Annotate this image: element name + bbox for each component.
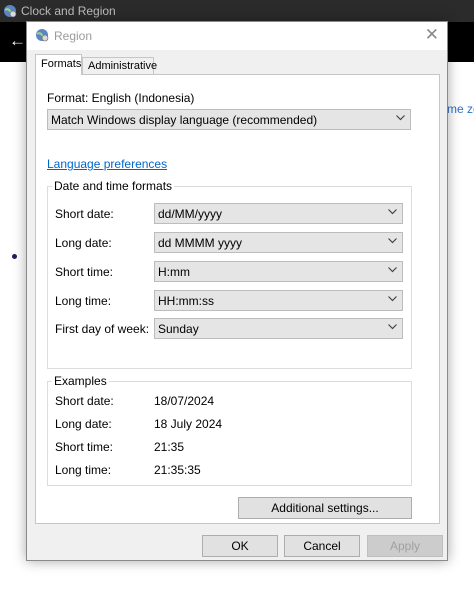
short-time-label: Short time: (55, 265, 114, 279)
example-long-date-label: Long date: (55, 417, 112, 431)
back-arrow-icon[interactable]: ← (9, 31, 26, 51)
short-date-dropdown[interactable]: dd/MM/yyyy (154, 203, 403, 224)
tab-administrative[interactable]: Administrative (82, 57, 157, 75)
example-short-date-value: 18/07/2024 (154, 394, 215, 408)
chevron-down-icon (388, 238, 397, 244)
long-time-dropdown[interactable]: HH:mm:ss (154, 290, 403, 311)
ok-button[interactable]: OK (202, 535, 278, 557)
chevron-down-icon (388, 324, 397, 330)
formats-panel: Format: English (Indonesia) Match Window… (35, 74, 440, 524)
chevron-down-icon (388, 267, 397, 273)
example-short-time-value: 21:35 (154, 440, 185, 454)
chevron-down-icon (388, 296, 397, 302)
date-time-formats-title: Date and time formats (52, 179, 175, 193)
format-dropdown-value: Match Windows display language (recommen… (51, 113, 318, 127)
background-window-titlebar: Clock and Region (0, 0, 474, 22)
language-preferences-link[interactable]: Language preferences (47, 157, 167, 171)
long-date-value: dd MMMM yyyy (158, 236, 242, 250)
format-label: Format: English (Indonesia) (47, 91, 195, 105)
chevron-down-icon (388, 209, 397, 215)
tab-formats[interactable]: Formats (35, 54, 82, 75)
example-short-time-label: Short time: (55, 440, 114, 454)
dialog-titlebar: Region ✕ (27, 22, 447, 50)
background-partial-link[interactable]: me ze (447, 102, 474, 116)
dialog-title: Region (54, 29, 93, 43)
chevron-down-icon (396, 115, 405, 121)
example-long-time-value: 21:35:35 (154, 463, 201, 477)
cancel-button[interactable]: Cancel (284, 535, 360, 557)
background-bullet (12, 254, 17, 259)
format-dropdown[interactable]: Match Windows display language (recommen… (47, 109, 411, 130)
long-time-label: Long time: (55, 294, 112, 308)
short-date-value: dd/MM/yyyy (158, 207, 223, 221)
example-long-date-value: 18 July 2024 (154, 417, 223, 431)
example-long-time-label: Long time: (55, 463, 112, 477)
globe-clock-icon (4, 5, 17, 18)
first-day-of-week-value: Sunday (158, 322, 199, 336)
apply-button[interactable]: Apply (367, 535, 443, 557)
background-window-title: Clock and Region (21, 4, 116, 18)
long-date-dropdown[interactable]: dd MMMM yyyy (154, 232, 403, 253)
short-time-dropdown[interactable]: H:mm (154, 261, 403, 282)
close-icon[interactable]: ✕ (425, 25, 439, 45)
examples-title: Examples (52, 374, 109, 388)
long-date-label: Long date: (55, 236, 112, 250)
short-time-value: H:mm (158, 265, 190, 279)
example-short-date-label: Short date: (55, 394, 114, 408)
first-day-of-week-dropdown[interactable]: Sunday (154, 318, 403, 339)
first-day-of-week-label: First day of week: (55, 322, 150, 336)
globe-icon (36, 29, 49, 42)
region-dialog: Region ✕ Formats Administrative Format: … (26, 21, 448, 561)
short-date-label: Short date: (55, 207, 114, 221)
additional-settings-button[interactable]: Additional settings... (238, 497, 412, 519)
long-time-value: HH:mm:ss (158, 294, 214, 308)
